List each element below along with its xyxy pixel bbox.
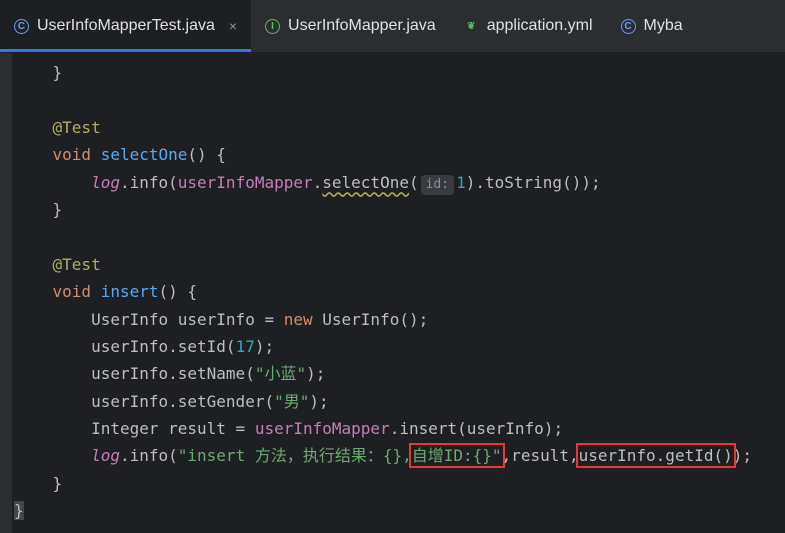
code-line: } (52, 199, 63, 219)
code-line: userInfo.setId(17); (91, 336, 275, 356)
code-line: void selectOne() { (52, 145, 226, 165)
code-line: userInfo.setGender("男"); (91, 391, 329, 411)
code-line: userInfo.setName("小蓝"); (91, 364, 326, 384)
tab-label: UserInfoMapper.java (288, 17, 436, 34)
tab-label: UserInfoMapperTest.java (37, 17, 215, 34)
editor-tab-bar: C UserInfoMapperTest.java × I UserInfoMa… (0, 0, 785, 53)
tab-myba[interactable]: C Myba (607, 0, 697, 52)
code-line: } (14, 501, 24, 521)
code-line: void insert() { (52, 282, 198, 302)
close-icon[interactable]: × (229, 18, 237, 34)
highlight-box-id-format: 自增ID:{}" (408, 443, 505, 469)
code-line: @Test (52, 117, 101, 137)
tab-label: Myba (643, 17, 683, 34)
tab-userinfomapper[interactable]: I UserInfoMapper.java (251, 0, 450, 52)
class-icon: C (14, 18, 29, 34)
code-lines: } @Test void selectOne() { log.info(user… (14, 59, 752, 525)
code-line: @Test (52, 254, 101, 274)
gutter (0, 53, 12, 533)
tab-userinfomappertest[interactable]: C UserInfoMapperTest.java × (0, 0, 252, 52)
code-line: log.info("insert 方法，执行结果：{},自增ID:{}",res… (91, 443, 752, 469)
class-icon: C (620, 18, 636, 34)
tab-application-yml[interactable]: ❦ application.yml (450, 0, 607, 52)
parameter-hint: id: (420, 174, 455, 195)
code-line: UserInfo userInfo = new UserInfo(); (91, 309, 429, 329)
code-line: Integer result = userInfoMapper.insert(u… (91, 419, 564, 439)
highlight-box-getid: userInfo.getId() (575, 443, 736, 469)
code-line: } (52, 473, 63, 493)
code-line: log.info(userInfoMapper.selectOne(id: 1).… (14, 169, 752, 196)
interface-icon: I (265, 18, 281, 34)
tab-label: application.yml (486, 17, 593, 34)
code-editor[interactable]: } @Test void selectOne() { log.info(user… (0, 53, 785, 533)
spring-yml-icon: ❦ (466, 20, 476, 32)
code-line: } (52, 63, 63, 82)
